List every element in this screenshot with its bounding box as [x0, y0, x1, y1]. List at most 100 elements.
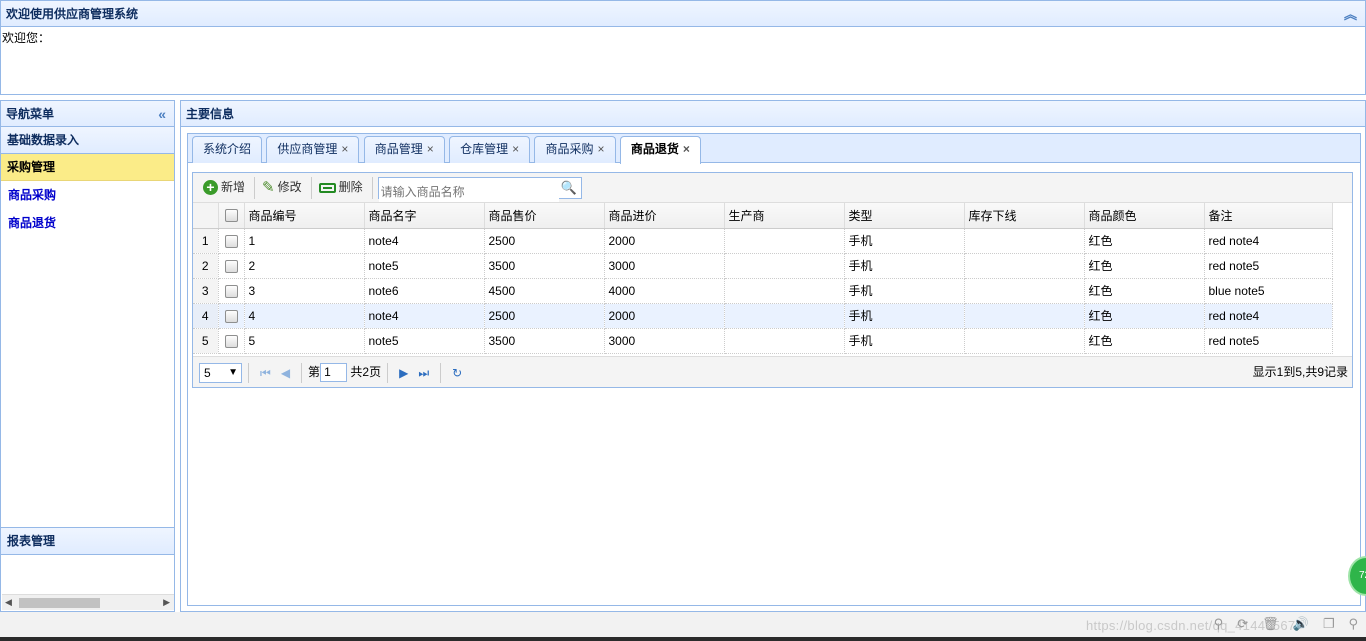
- close-icon[interactable]: ×: [683, 142, 690, 156]
- row-checkbox[interactable]: [218, 303, 245, 329]
- scroll-right-icon[interactable]: ▶: [163, 597, 170, 608]
- row-checkbox[interactable]: [218, 228, 245, 254]
- column-header[interactable]: 备注: [1204, 203, 1333, 229]
- column-header[interactable]: 商品名字: [364, 203, 485, 229]
- tab-goods-management[interactable]: 商品管理 ×: [363, 136, 445, 163]
- section-reports[interactable]: 报表管理: [1, 528, 174, 555]
- add-button[interactable]: + 新增: [199, 173, 249, 202]
- table-cell: red note4: [1204, 303, 1333, 329]
- edit-button[interactable]: ✎ 修改: [258, 173, 306, 202]
- tab-label: 商品退货: [630, 142, 679, 156]
- top-panel: 欢迎使用供应商管理系统 ︽ 欢迎您：: [0, 0, 1366, 95]
- pagination-bar: 5 ▼ ⏮ ◀ 第 1 共2页 ▶ ⏭ ↻ 显示1到5,共9记录: [193, 356, 1352, 387]
- refresh-icon[interactable]: ↻: [447, 358, 467, 388]
- table-row[interactable]: 4 4 note4 2500 2000 手机 红色 red note4: [193, 303, 1333, 329]
- column-header[interactable]: 库存下线: [964, 203, 1085, 229]
- section-purchase[interactable]: 采购管理: [1, 154, 174, 181]
- table-cell: 红色: [1084, 228, 1205, 254]
- tab-label: 系统介绍: [203, 142, 252, 156]
- checkbox-icon[interactable]: [224, 284, 238, 298]
- pencil-icon: ✎: [262, 179, 275, 197]
- checkbox-icon[interactable]: [224, 309, 238, 323]
- column-header[interactable]: 商品进价: [604, 203, 725, 229]
- table-cell: 1: [244, 228, 365, 254]
- last-page-icon[interactable]: ⏭: [413, 358, 434, 388]
- table-cell: [724, 328, 845, 354]
- collapse-up-icon[interactable]: ︽: [1344, 2, 1357, 28]
- tab-warehouse-management[interactable]: 仓库管理 ×: [449, 136, 531, 163]
- checkbox-icon[interactable]: [224, 209, 238, 223]
- next-page-icon[interactable]: ▶: [394, 358, 413, 388]
- page-prefix: 第: [308, 365, 321, 379]
- checkbox-icon[interactable]: [224, 234, 238, 248]
- tab-supplier-management[interactable]: 供应商管理 ×: [266, 136, 360, 163]
- table-cell: 4000: [604, 278, 725, 304]
- trash-icon[interactable]: 🗑: [1262, 616, 1279, 631]
- checkbox-icon[interactable]: [224, 334, 238, 348]
- window-icon[interactable]: ❐: [1323, 616, 1335, 631]
- scroll-left-icon[interactable]: ◀: [5, 597, 12, 608]
- row-checkbox[interactable]: [218, 278, 245, 304]
- bottom-strip: https://blog.csdn.net/qq_41440567 ⚲ ⟳ 🗑 🔊 ❐ ⚲: [0, 612, 1366, 641]
- row-number: 1: [193, 228, 219, 254]
- column-header[interactable]: 商品售价: [484, 203, 605, 229]
- delete-button[interactable]: 删除: [315, 173, 367, 202]
- close-icon[interactable]: ×: [427, 142, 434, 156]
- main-panel-body: 系统介绍 供应商管理× 商品管理× 仓库管理× 商品采购 × 商品退货 ×: [180, 127, 1366, 612]
- row-number-header: [193, 203, 219, 229]
- close-icon[interactable]: ×: [341, 142, 348, 156]
- table-cell: 2000: [604, 228, 725, 254]
- tab-system-intro[interactable]: 系统介绍: [192, 136, 263, 163]
- table-cell: [724, 278, 845, 304]
- report-section: 报表管理: [1, 527, 174, 555]
- table-row[interactable]: 5 5 note5 3500 3000 手机 红色 red note5: [193, 328, 1333, 354]
- speaker-icon[interactable]: 🔊: [1293, 616, 1309, 631]
- table-row[interactable]: 3 3 note6 4500 4000 手机 红色 blue note5: [193, 278, 1333, 304]
- search-icon[interactable]: 🔍: [560, 178, 576, 198]
- column-header[interactable]: 类型: [844, 203, 965, 229]
- top-panel-header: 欢迎使用供应商管理系统 ︽: [0, 0, 1366, 27]
- nav-item-goods-return[interactable]: 商品退货: [1, 209, 174, 237]
- page-number-input[interactable]: 1: [320, 363, 348, 383]
- column-header[interactable]: 生产商: [724, 203, 845, 229]
- table-cell: [964, 228, 1085, 254]
- horizontal-scrollbar[interactable]: ◀ ▶: [2, 594, 174, 610]
- table-cell: 手机: [844, 228, 965, 254]
- table-cell: note6: [364, 278, 485, 304]
- close-icon[interactable]: ×: [512, 142, 519, 156]
- column-header[interactable]: 商品颜色: [1084, 203, 1205, 229]
- select-all-checkbox[interactable]: [218, 203, 245, 229]
- scroll-thumb[interactable]: [19, 598, 100, 608]
- table-cell: note5: [364, 253, 485, 279]
- system-tray: ⚲ ⟳ 🗑 🔊 ❐ ⚲: [1200, 616, 1358, 632]
- table-cell: 2500: [484, 228, 605, 254]
- prev-page-icon[interactable]: ◀: [276, 358, 295, 388]
- page-size-select[interactable]: 5 ▼: [199, 362, 242, 383]
- welcome-text: 欢迎您：: [2, 31, 51, 45]
- first-page-icon[interactable]: ⏮: [255, 358, 276, 388]
- section-basic-data[interactable]: 基础数据录入: [1, 127, 174, 154]
- table-cell: note5: [364, 328, 485, 354]
- delete-label: 删除: [338, 180, 363, 194]
- main-panel: 主要信息 系统介绍 供应商管理 × 商品管理 × 仓库管理 × 商品采购 × 商…: [180, 100, 1366, 612]
- share-icon[interactable]: ⟳: [1237, 616, 1248, 631]
- row-checkbox[interactable]: [218, 328, 245, 354]
- search-input[interactable]: [378, 181, 559, 202]
- zoom-icon[interactable]: ⚲: [1348, 616, 1358, 631]
- column-header[interactable]: 商品编号: [244, 203, 365, 229]
- table-row[interactable]: 2 2 note5 3500 3000 手机 红色 red note5: [193, 253, 1333, 279]
- table-cell: red note4: [1204, 228, 1333, 254]
- table-cell: 手机: [844, 303, 965, 329]
- tab-goods-return[interactable]: 商品退货 ×: [619, 136, 701, 164]
- tab-goods-purchase[interactable]: 商品采购 ×: [534, 136, 616, 163]
- table-header-row: 商品编号 商品名字 商品售价 商品进价 生产商 类型 库存下线 商品颜色 备注: [193, 203, 1333, 229]
- close-icon[interactable]: ×: [598, 142, 605, 156]
- checkbox-icon[interactable]: [224, 259, 238, 273]
- table-row[interactable]: 1 1 note4 2500 2000 手机 红色 red note4: [193, 228, 1333, 254]
- collapse-left-icon[interactable]: «: [158, 101, 166, 127]
- nav-item-goods-purchase[interactable]: 商品采购: [1, 181, 174, 209]
- row-checkbox[interactable]: [218, 253, 245, 279]
- pin-icon[interactable]: ⚲: [1214, 616, 1224, 631]
- table-cell: note4: [364, 228, 485, 254]
- tab-label: 商品采购: [545, 142, 594, 156]
